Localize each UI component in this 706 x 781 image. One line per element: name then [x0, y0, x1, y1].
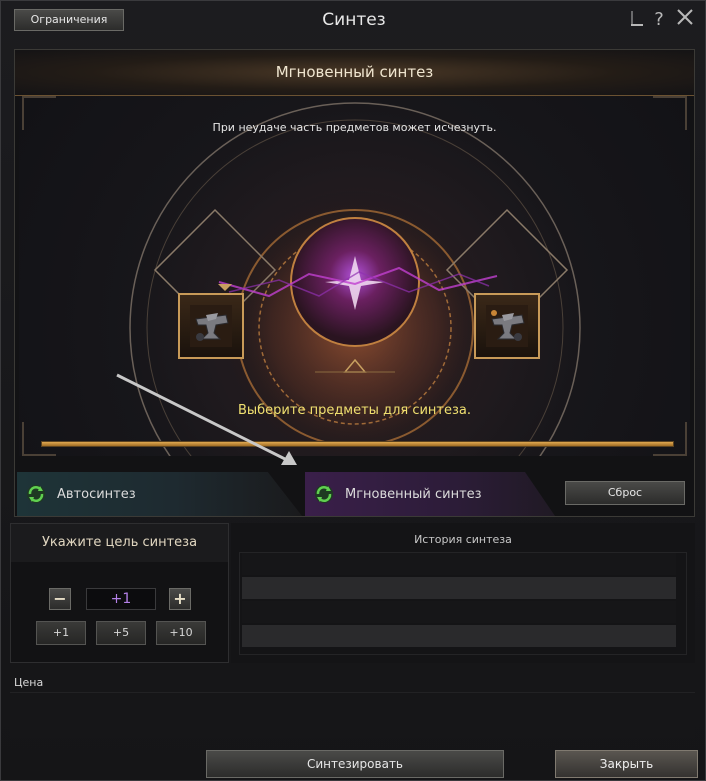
price-box [10, 692, 695, 738]
synthesis-window: Ограничения Синтез ? Мгновенный синтез П… [0, 0, 706, 781]
magic-circle-graphic [129, 102, 581, 456]
frame-corner [653, 422, 687, 456]
close-button[interactable]: Закрыть [555, 750, 698, 778]
synthesis-target-panel: Укажите цель синтеза − +1 + +1 +5 +10 [10, 523, 229, 663]
list-item [242, 625, 676, 647]
list-item [242, 553, 676, 575]
decrement-button[interactable]: − [49, 588, 71, 610]
tab-instant-synthesis[interactable]: Мгновенный синтез [305, 472, 555, 516]
slot-selected-marker-icon [218, 284, 232, 291]
refresh-icon [315, 485, 333, 503]
add-5-button[interactable]: +5 [96, 621, 146, 645]
panel-header: Мгновенный синтез [15, 50, 694, 96]
add-1-button[interactable]: +1 [36, 621, 86, 645]
mode-tabs: Автосинтез Мгновенный синтез Сброс [17, 472, 694, 516]
synthesis-progress-bar [41, 441, 674, 447]
target-title: Укажите цель синтеза [11, 524, 228, 562]
select-items-prompt: Выберите предметы для синтеза. [237, 403, 472, 418]
frame-corner [22, 422, 56, 456]
increment-button[interactable]: + [169, 588, 191, 610]
close-icon[interactable] [675, 8, 695, 32]
synthesis-panel: Мгновенный синтез При неудаче часть пред… [14, 49, 695, 517]
price-label: Цена [14, 676, 44, 689]
panel-header-title: Мгновенный синтез [275, 63, 434, 81]
synthesis-stage: При неудаче часть предметов может исчезн… [19, 96, 690, 456]
history-list[interactable] [239, 552, 687, 655]
progress-fill [42, 442, 673, 446]
material-slot-right[interactable] [474, 293, 540, 359]
minimize-icon[interactable] [627, 8, 647, 32]
question-icon[interactable]: ? [649, 8, 669, 32]
target-level-value[interactable]: +1 [86, 588, 156, 610]
list-item [242, 577, 676, 599]
synthesize-button[interactable]: Синтезировать [206, 750, 504, 778]
reset-button[interactable]: Сброс [565, 481, 685, 505]
add-10-button[interactable]: +10 [156, 621, 206, 645]
window-title: Синтез [322, 10, 386, 30]
title-bar: Ограничения Синтез ? [1, 1, 706, 43]
tab-instant-label: Мгновенный синтез [345, 486, 482, 502]
material-slot-left[interactable] [178, 293, 244, 359]
anvil-icon [190, 305, 232, 347]
failure-warning-text: При неудаче часть предметов может исчезн… [212, 121, 497, 134]
history-title: История синтеза [414, 533, 512, 546]
refresh-icon [27, 485, 45, 503]
synthesis-history-panel: История синтеза [231, 523, 695, 663]
tab-auto-synthesis[interactable]: Автосинтез [17, 472, 302, 516]
anvil-icon [486, 305, 528, 347]
tab-auto-label: Автосинтез [57, 486, 136, 502]
list-item [242, 601, 676, 623]
